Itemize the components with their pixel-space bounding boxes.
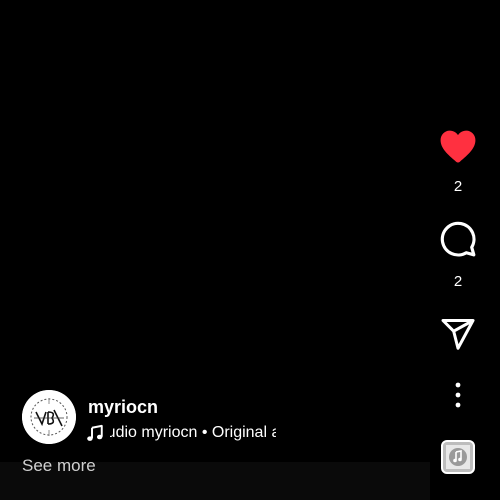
- comment-button[interactable]: [430, 220, 486, 258]
- share-button[interactable]: [430, 316, 486, 352]
- comment-bubble-icon: [440, 221, 476, 257]
- audio-cover-image: [443, 442, 473, 472]
- comment-count: 2: [453, 273, 463, 290]
- music-note-icon: [87, 424, 103, 441]
- audio-info[interactable]: Audio myriocn • Original audio: [86, 422, 276, 444]
- profile-avatar[interactable]: [22, 390, 76, 444]
- audio-title: Audio myriocn • Original audio: [110, 424, 276, 441]
- username[interactable]: myriocn: [88, 396, 158, 418]
- more-options-button[interactable]: [430, 382, 486, 408]
- heart-icon: [440, 130, 476, 163]
- paper-plane-icon: [441, 319, 475, 350]
- like-button[interactable]: [430, 128, 486, 164]
- vertical-dots-icon: [455, 382, 461, 408]
- avatar-logo-image: [22, 390, 76, 444]
- audio-marquee: Audio myriocn • Original audio: [110, 422, 276, 444]
- audio-thumbnail[interactable]: [441, 440, 475, 474]
- like-count: 2: [453, 178, 463, 195]
- see-more-link[interactable]: See more: [22, 456, 96, 476]
